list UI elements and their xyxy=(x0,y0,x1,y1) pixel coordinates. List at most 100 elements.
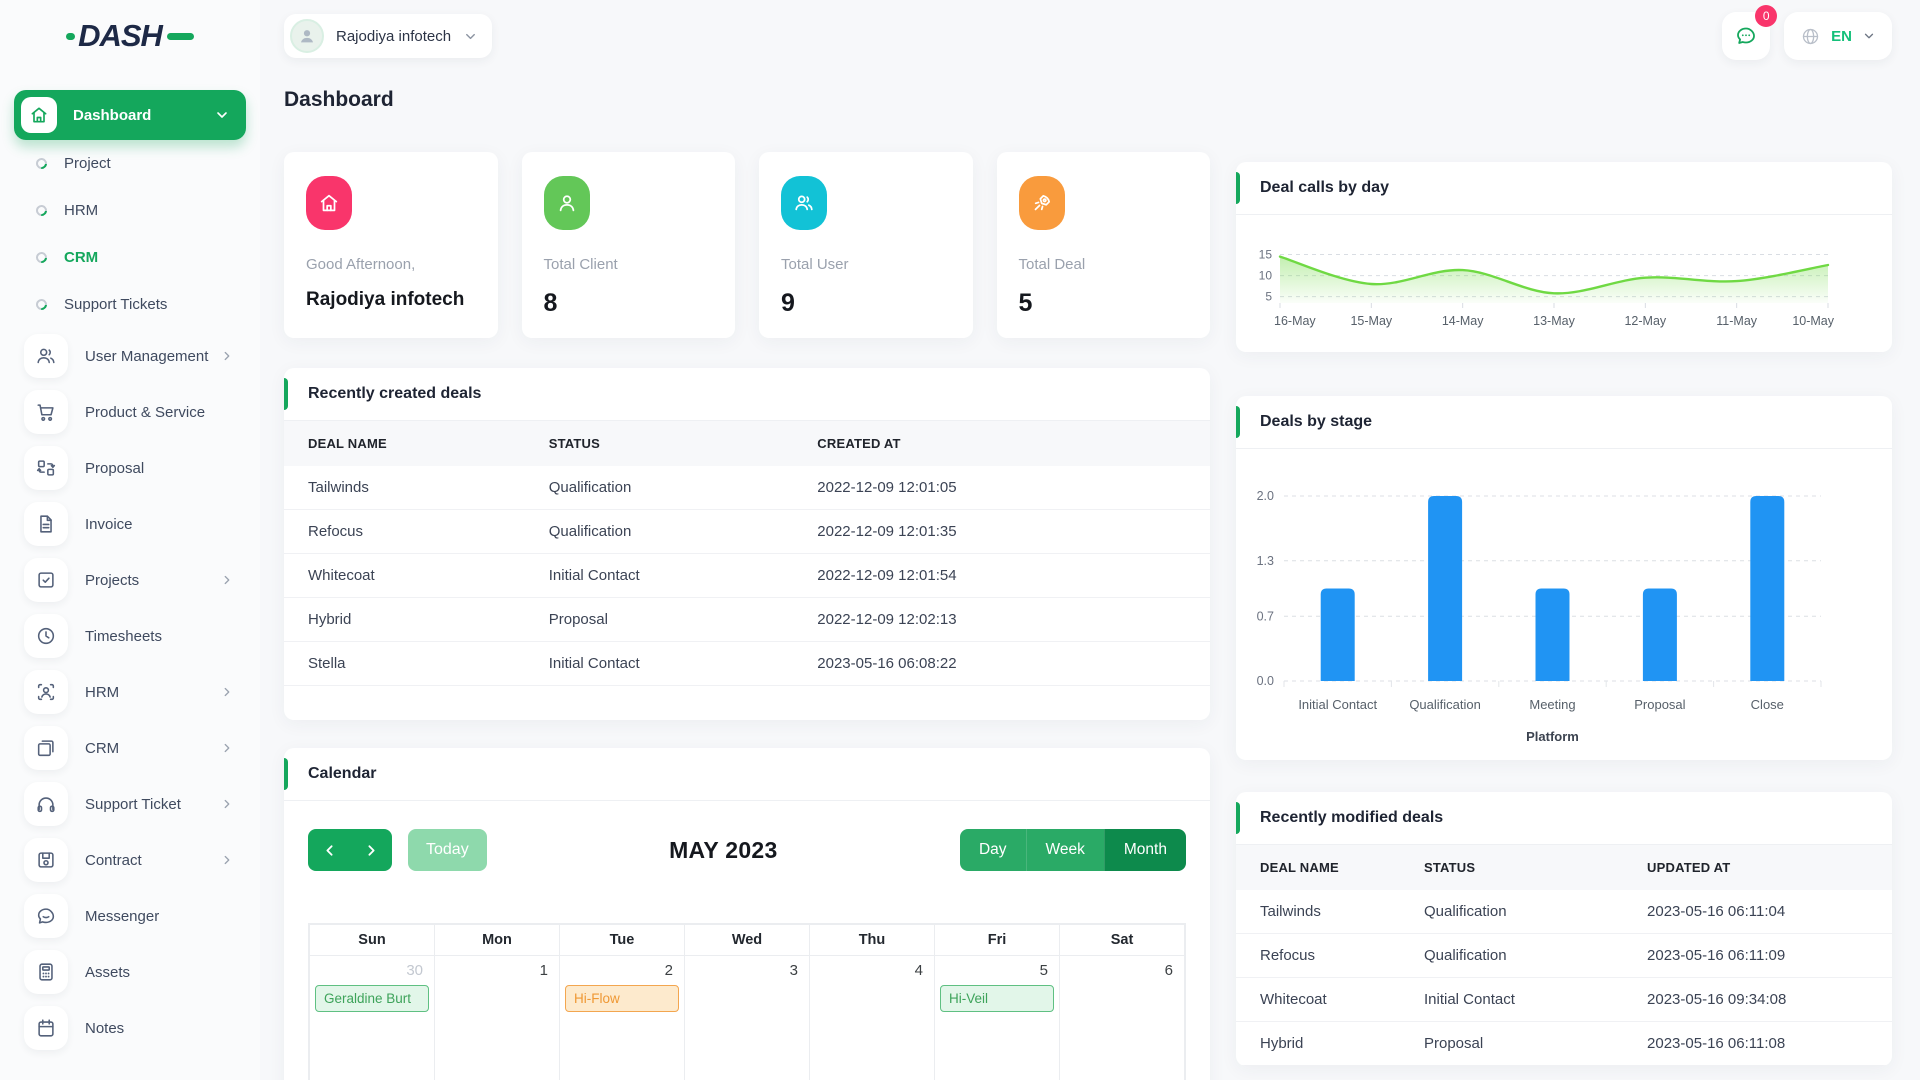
sidebar-item-timesheets[interactable]: Timesheets xyxy=(14,608,246,664)
sidebar-item-project[interactable]: Project xyxy=(14,140,246,187)
svg-text:Meeting: Meeting xyxy=(1529,697,1575,712)
file-icon xyxy=(24,502,68,546)
app-logo[interactable]: DASH xyxy=(0,0,260,72)
sidebar-item-user-management[interactable]: User Management xyxy=(14,328,246,384)
svg-text:0.0: 0.0 xyxy=(1257,674,1274,688)
bullet-ring-icon xyxy=(33,202,50,219)
card-header: Deals by stage xyxy=(1236,396,1892,449)
table-footer-space xyxy=(284,686,1210,720)
sidebar-item-label: HRM xyxy=(85,683,120,701)
day-number: 2 xyxy=(664,962,673,979)
company-selector[interactable]: Rajodiya infotech xyxy=(284,14,493,58)
table-cell: 2022-12-09 12:02:13 xyxy=(793,597,1210,642)
calendar-day-cell[interactable]: 1 xyxy=(434,955,560,1080)
calendar-view-day[interactable]: Day xyxy=(959,829,1026,871)
calendar-day-cell[interactable]: 4 xyxy=(809,955,935,1080)
sidebar-item-label: Support Ticket xyxy=(85,795,181,813)
card-title: Deal calls by day xyxy=(1260,179,1389,196)
stat-card: Total Deal 5 xyxy=(996,152,1210,338)
right-column: Deal calls by day 15 10 5 16-May 15-May 14-Ma… xyxy=(1236,112,1892,1066)
calendar-today-button[interactable]: Today xyxy=(408,829,487,871)
frame-icon xyxy=(24,726,68,770)
app-root: DASH Dashboard Project HRM CRM Support Tick… xyxy=(0,0,1920,1080)
table-cell: Proposal xyxy=(1400,1021,1624,1066)
svg-text:5: 5 xyxy=(1265,290,1272,304)
stat-value: 8 xyxy=(543,289,558,317)
stat-value: 5 xyxy=(1018,289,1033,317)
svg-text:10: 10 xyxy=(1259,269,1273,283)
calendar-event[interactable]: Geraldine Burt xyxy=(315,985,429,1012)
table-cell: Hybrid xyxy=(1236,1021,1400,1066)
svg-text:Platform: Platform xyxy=(1526,729,1579,744)
sidebar-item-proposal[interactable]: Proposal xyxy=(14,440,246,496)
calendar-event[interactable]: Hi-Veil xyxy=(940,985,1054,1012)
table-cell: Qualification xyxy=(1400,890,1624,934)
sidebar-item-support-tickets[interactable]: Support Tickets xyxy=(14,281,246,328)
sidebar-item-contract[interactable]: Contract xyxy=(14,832,246,888)
calendar-prev-button[interactable] xyxy=(308,829,350,871)
chevron-down-icon xyxy=(214,107,230,123)
language-selector[interactable]: EN xyxy=(1784,12,1892,60)
messages-button[interactable]: 0 xyxy=(1722,5,1778,60)
left-column: Good Afternoon, Rajodiya infotech Total Cl… xyxy=(284,112,1210,1080)
chevron-left-icon xyxy=(321,842,338,859)
user-scan-icon xyxy=(24,670,68,714)
deals-by-stage-chart: 0.0 0.7 1.3 2.0 Initial Contact Qualification… xyxy=(1236,449,1892,760)
sidebar-item-hrm[interactable]: HRM xyxy=(14,187,246,234)
sidebar-item-crm[interactable]: CRM xyxy=(14,234,246,281)
stat-card: Total Client 8 xyxy=(521,152,735,338)
chevron-right-icon xyxy=(220,853,234,867)
svg-text:12-May: 12-May xyxy=(1624,314,1666,328)
table-cell: Initial Contact xyxy=(1400,977,1624,1022)
calendar-day-cell[interactable]: 5 Hi-Veil xyxy=(934,955,1060,1080)
table-cell: 2022-12-09 12:01:35 xyxy=(793,509,1210,554)
sidebar-item-label: Assets xyxy=(85,963,131,981)
sidebar-item-crm[interactable]: CRM xyxy=(14,720,246,776)
chevron-right-icon xyxy=(220,349,234,363)
calendar-view-week[interactable]: Week xyxy=(1025,829,1104,871)
sidebar-item-label: User Management xyxy=(85,347,209,365)
day-number: 1 xyxy=(539,962,548,979)
calendar-grid: Sun Mon Tue Wed Thu Fri Sat 30 Geraldine Burt 1 2… xyxy=(308,923,1186,1080)
sidebar-item-support-ticket[interactable]: Support Ticket xyxy=(14,776,246,832)
calendar-view-month[interactable]: Month xyxy=(1103,829,1186,871)
headphones-icon xyxy=(24,782,68,826)
calendar-day-cell[interactable]: 2 Hi-Flow xyxy=(559,955,685,1080)
sidebar-item-notes[interactable]: Notes xyxy=(14,1000,246,1056)
sidebar-sub-items: Project HRM CRM Support Tickets xyxy=(14,140,246,328)
calendar-next-button[interactable] xyxy=(350,829,392,871)
svg-text:Qualification: Qualification xyxy=(1409,697,1481,712)
svg-text:15-May: 15-May xyxy=(1350,314,1392,328)
table-cell: Hybrid xyxy=(284,597,525,642)
card-header: Calendar xyxy=(284,748,1210,801)
svg-text:11-May: 11-May xyxy=(1716,314,1758,328)
sidebar-item-hrm[interactable]: HRM xyxy=(14,664,246,720)
modified-deals-table: Deal Name Status Updated At Tailwinds Qualif… xyxy=(1236,845,1892,1066)
home-icon xyxy=(306,176,352,230)
notebook-icon xyxy=(24,1006,68,1050)
calendar-day-cell[interactable]: 30 Geraldine Burt xyxy=(309,955,435,1080)
weekday-header: Wed xyxy=(684,924,810,956)
page-title: Dashboard xyxy=(284,88,394,111)
sidebar-item-projects[interactable]: Projects xyxy=(14,552,246,608)
calendar-day-cell[interactable]: 6 xyxy=(1059,955,1185,1080)
column-header: Deal Name xyxy=(308,436,387,451)
table-cell: Qualification xyxy=(524,509,794,554)
main-area: Rajodiya infotech 0 EN Dashboard Good Af… xyxy=(260,0,1920,1080)
rocket-icon xyxy=(1018,176,1065,230)
sidebar-item-messenger[interactable]: Messenger xyxy=(14,888,246,944)
stat-card: Total User 9 xyxy=(759,152,973,338)
sidebar-item-dashboard[interactable]: Dashboard xyxy=(14,90,246,140)
weekday-header: Fri xyxy=(934,924,1060,956)
calendar-toolbar: Today MAY 2023 Day Week Month xyxy=(308,829,1186,871)
chevron-right-icon xyxy=(220,685,234,699)
table-row: Hybrid Proposal 2023-05-16 06:11:08 xyxy=(1236,1021,1892,1066)
calendar-event[interactable]: Hi-Flow xyxy=(565,985,679,1012)
calendar-day-cell[interactable]: 3 xyxy=(684,955,810,1080)
sidebar-item-product-service[interactable]: Product & Service xyxy=(14,384,246,440)
sidebar-item-assets[interactable]: Assets xyxy=(14,944,246,1000)
sidebar-item-invoice[interactable]: Invoice xyxy=(14,496,246,552)
card-header: Deal calls by day xyxy=(1236,162,1892,215)
column-header: Created At xyxy=(817,436,901,451)
sidebar-item-label: Dashboard xyxy=(73,106,152,124)
